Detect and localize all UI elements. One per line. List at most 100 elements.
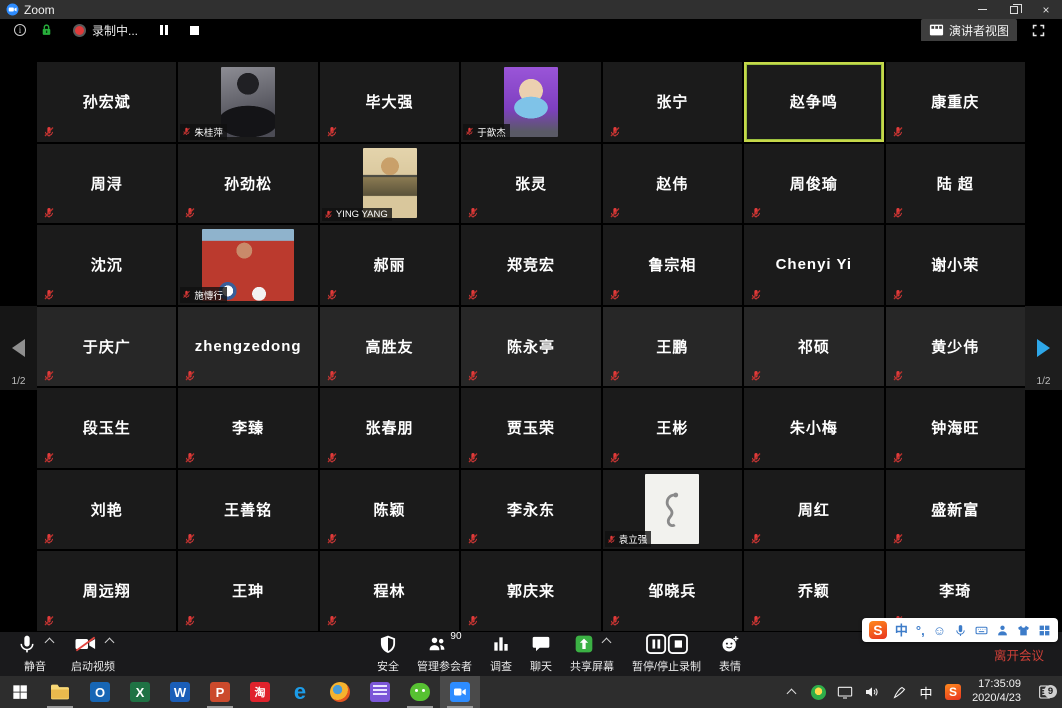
participant-tile[interactable]: 张灵 — [461, 144, 600, 224]
sogou-logo-icon[interactable]: S — [869, 621, 887, 639]
tray-antivirus-icon[interactable] — [810, 684, 826, 700]
chevron-up-icon[interactable] — [602, 638, 612, 648]
taskbar-word[interactable]: W — [160, 676, 200, 708]
taskbar-taobao[interactable]: 淘 — [240, 676, 280, 708]
restore-button[interactable] — [998, 0, 1030, 19]
participant-tile[interactable]: 陈颖 — [320, 470, 459, 550]
toolbar-share-button[interactable]: 共享屏幕 — [561, 632, 623, 676]
participant-tile[interactable]: 郭庆来 — [461, 551, 600, 631]
participant-tile[interactable]: 段玉生 — [37, 388, 176, 468]
toolbar-polls-button[interactable]: 调查 — [481, 632, 521, 676]
participant-tile[interactable]: 王鹏 — [603, 307, 742, 387]
leave-meeting-button[interactable]: 离开会议 — [994, 645, 1044, 664]
participant-tile[interactable]: 袁立强 — [603, 470, 742, 550]
participant-tile[interactable]: 贾玉荣 — [461, 388, 600, 468]
taskbar-zoom[interactable] — [440, 676, 480, 708]
participant-tile[interactable]: 张宁 — [603, 62, 742, 142]
participant-tile[interactable]: 王彬 — [603, 388, 742, 468]
participant-tile[interactable]: 鲁宗相 — [603, 225, 742, 305]
ime-emoji-icon[interactable]: ☺ — [933, 624, 946, 637]
participant-tile[interactable]: 朱小梅 — [744, 388, 883, 468]
participant-tile[interactable]: 周红 — [744, 470, 883, 550]
ime-chinese-mode[interactable]: 中 — [895, 624, 908, 637]
start-button[interactable] — [0, 676, 40, 708]
participant-tile[interactable]: 程林 — [320, 551, 459, 631]
ime-toolbox-icon[interactable] — [1038, 624, 1051, 637]
tray-ime-language[interactable]: 中 — [918, 684, 934, 700]
close-button[interactable]: × — [1030, 0, 1062, 19]
taskbar-outlook[interactable]: O — [80, 676, 120, 708]
tray-ink-pen-icon[interactable] — [891, 684, 907, 700]
toolbar-mute-button[interactable]: 静音 — [8, 632, 62, 676]
participant-tile[interactable]: 王善铭 — [178, 470, 317, 550]
participant-tile[interactable]: 周浔 — [37, 144, 176, 224]
ime-voice-input-icon[interactable] — [954, 624, 967, 637]
participant-tile[interactable]: 祁硕 — [744, 307, 883, 387]
stop-recording-button[interactable] — [190, 26, 199, 35]
participant-tile[interactable]: 康重庆 — [886, 62, 1025, 142]
participant-tile[interactable]: 刘艳 — [37, 470, 176, 550]
participant-tile[interactable]: 黄少伟 — [886, 307, 1025, 387]
tray-volume-icon[interactable] — [864, 684, 880, 700]
tray-display-icon[interactable] — [837, 684, 853, 700]
participant-tile[interactable]: 张春朋 — [320, 388, 459, 468]
participant-tile[interactable]: 赵伟 — [603, 144, 742, 224]
participant-tile[interactable]: 郝丽 — [320, 225, 459, 305]
participant-tile[interactable]: 于庆广 — [37, 307, 176, 387]
ime-punctuation-icon[interactable]: °, — [916, 624, 925, 637]
participant-tile[interactable]: 谢小荣 — [886, 225, 1025, 305]
chevron-up-icon[interactable] — [104, 638, 114, 648]
taskbar-firefox[interactable] — [320, 676, 360, 708]
participant-tile[interactable]: 周俊瑜 — [744, 144, 883, 224]
info-icon[interactable]: i — [14, 24, 26, 36]
ime-person-icon[interactable] — [996, 624, 1009, 637]
participant-tile[interactable]: 孙宏斌 — [37, 62, 176, 142]
toolbar-security-button[interactable]: 安全 — [368, 632, 408, 676]
minimize-button[interactable] — [966, 0, 998, 19]
previous-page-button[interactable]: 1/2 — [0, 306, 37, 390]
tray-sogou-icon[interactable]: S — [945, 684, 961, 700]
participant-tile[interactable]: 邹晓兵 — [603, 551, 742, 631]
participant-tile[interactable]: 孙劲松 — [178, 144, 317, 224]
participant-tile[interactable]: 陈永亭 — [461, 307, 600, 387]
toolbar-recording-button[interactable]: 暂停/停止录制 — [623, 632, 710, 676]
toolbar-chat-button[interactable]: 聊天 — [521, 632, 561, 676]
participant-tile[interactable]: 施慱行 — [178, 225, 317, 305]
participant-tile[interactable]: 钟海旺 — [886, 388, 1025, 468]
pause-recording-button[interactable] — [160, 25, 168, 35]
taskbar-excel[interactable]: X — [120, 676, 160, 708]
participant-tile[interactable]: 李永东 — [461, 470, 600, 550]
participant-tile[interactable]: 陆 超 — [886, 144, 1025, 224]
participant-tile[interactable]: zhengzedong — [178, 307, 317, 387]
tray-chevron-up-icon[interactable] — [783, 684, 799, 700]
fullscreen-icon[interactable] — [1031, 23, 1046, 38]
participant-tile[interactable]: 盛新富 — [886, 470, 1025, 550]
taskbar-explorer[interactable] — [40, 676, 80, 708]
ime-skin-icon[interactable] — [1017, 624, 1030, 637]
participant-tile[interactable]: 李臻 — [178, 388, 317, 468]
participant-tile[interactable]: 周远翔 — [37, 551, 176, 631]
taskbar-powerpoint[interactable]: P — [200, 676, 240, 708]
taskbar-wechat[interactable] — [400, 676, 440, 708]
participant-tile[interactable]: Chenyi Yi — [744, 225, 883, 305]
participant-tile[interactable]: 沈沉 — [37, 225, 176, 305]
ime-keyboard-icon[interactable] — [975, 624, 988, 637]
taskbar-purple-app[interactable] — [360, 676, 400, 708]
participant-tile[interactable]: 朱桂萍 — [178, 62, 317, 142]
action-center-button[interactable]: 9 — [1032, 684, 1058, 700]
participant-tile[interactable]: 毕大强 — [320, 62, 459, 142]
taskbar-edge[interactable]: e — [280, 676, 320, 708]
toolbar-participants-button[interactable]: 90管理参会者 — [408, 632, 481, 676]
participant-tile[interactable]: 高胜友 — [320, 307, 459, 387]
participant-tile[interactable]: 郑竞宏 — [461, 225, 600, 305]
toolbar-reactions-button[interactable]: 表情 — [710, 632, 750, 676]
taskbar-clock[interactable]: 17:35:09 2020/4/23 — [972, 678, 1021, 706]
toolbar-start-video-button[interactable]: 启动视频 — [62, 632, 124, 676]
next-page-button[interactable]: 1/2 — [1025, 306, 1062, 390]
chevron-up-icon[interactable] — [45, 638, 55, 648]
participant-tile[interactable]: 于歆杰 — [461, 62, 600, 142]
participant-tile[interactable]: 王珅 — [178, 551, 317, 631]
participant-tile[interactable]: YING YANG — [320, 144, 459, 224]
participant-tile[interactable]: 赵争鸣 — [744, 62, 883, 142]
speaker-view-button[interactable]: 演讲者视图 — [921, 19, 1017, 42]
